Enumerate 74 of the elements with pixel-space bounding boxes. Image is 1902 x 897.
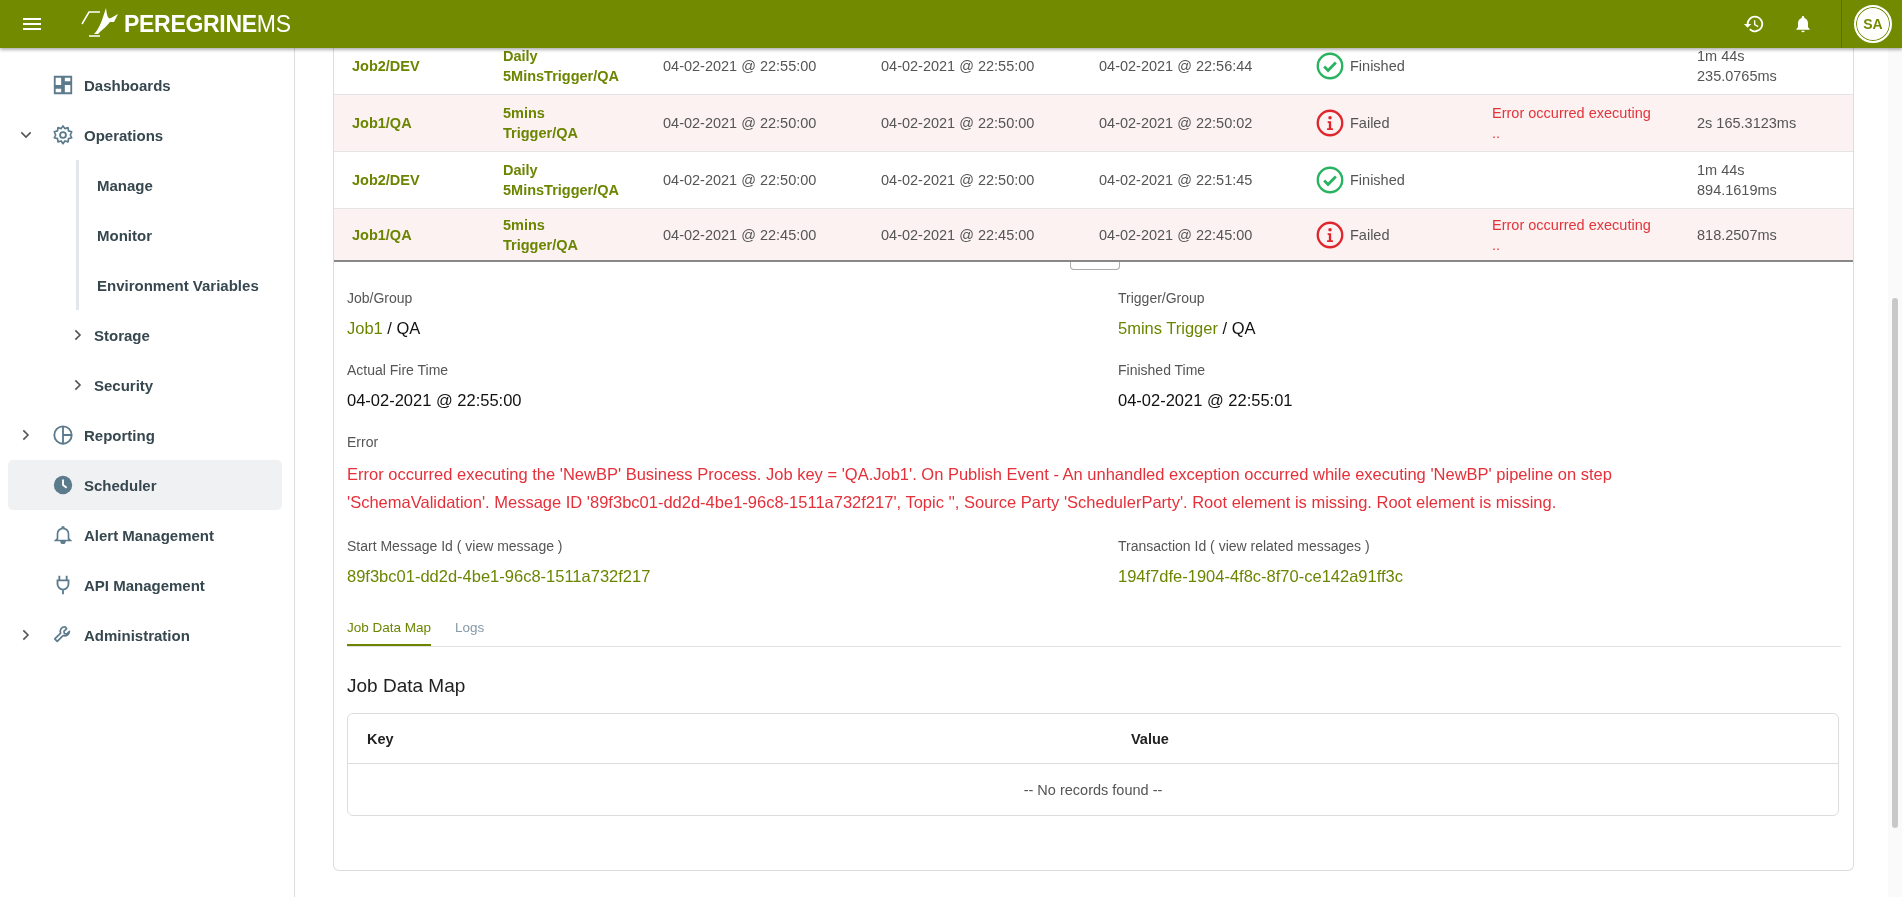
error-text: Error occurred executing .. bbox=[1492, 104, 1652, 143]
field-label: Error bbox=[347, 434, 379, 450]
nav-subitem[interactable]: Security bbox=[70, 360, 294, 410]
field-label: Start Message Id ( view message ) bbox=[347, 538, 563, 554]
table-cell-text: 04-02-2021 @ 22:45:00 bbox=[1099, 225, 1254, 245]
table-cell-text: 04-02-2021 @ 22:45:00 bbox=[663, 225, 818, 245]
table-cell-text: 1m 44s 235.0765ms bbox=[1697, 48, 1778, 86]
job-link[interactable]: Job2/DEV bbox=[352, 58, 420, 74]
id-link[interactable]: 89f3bc01-dd2d-4be1-96c8-1511a732f217 bbox=[347, 564, 651, 588]
table-cell-text: 04-02-2021 @ 22:50:00 bbox=[663, 171, 818, 190]
status-label: Finished bbox=[1350, 171, 1405, 190]
table-cell-text: 1m 44s 894.1619ms bbox=[1697, 161, 1778, 200]
error-text: Error occurred executing .. bbox=[1492, 215, 1652, 255]
nav-subitem[interactable]: Monitor bbox=[79, 210, 294, 260]
dashboard-icon bbox=[52, 74, 74, 96]
nav-subitem[interactable]: Manage bbox=[79, 160, 294, 210]
table-cell-text: 04-02-2021 @ 22:56:44 bbox=[1099, 57, 1254, 76]
table-cell-text: 04-02-2021 @ 22:50:00 bbox=[663, 114, 818, 133]
table-cell-text: 04-02-2021 @ 22:55:00 bbox=[881, 57, 1036, 76]
nav-item[interactable]: Reporting bbox=[8, 410, 282, 460]
id-link[interactable]: 194f7dfe-1904-4f8c-8f70-ce142a91ff3c bbox=[1118, 564, 1403, 588]
value-link[interactable]: 5mins Trigger bbox=[1118, 319, 1218, 337]
trigger-link[interactable]: 5mins Trigger/QA bbox=[503, 103, 615, 143]
user-avatar[interactable]: SA bbox=[1854, 5, 1892, 43]
tab[interactable]: Job Data Map bbox=[347, 618, 432, 646]
status-label: Failed bbox=[1350, 225, 1390, 245]
nav-item[interactable]: Administration bbox=[8, 610, 282, 660]
field-value: 04-02-2021 @ 22:55:00 bbox=[347, 390, 522, 411]
column-header: Value bbox=[1131, 730, 1170, 747]
field-label: Trigger/Group bbox=[1118, 290, 1205, 306]
table-row[interactable]: Job1/QA 5mins Trigger/QA 04-02-2021 @ 22:50:00 04-02-2021 @ 22:50:00 04-02-2021 @ 22:50:02 Failed Error occurred executing .. 2s 165.3123ms bbox=[334, 95, 1853, 152]
settings-icon bbox=[52, 124, 74, 146]
job-link[interactable]: Job2/DEV bbox=[352, 172, 420, 188]
trigger-link[interactable]: 5mins Trigger/QA bbox=[503, 214, 615, 255]
nav-item[interactable]: Dashboards bbox=[8, 60, 282, 110]
job-link[interactable]: Job1/QA bbox=[352, 226, 412, 243]
field-label: Finished Time bbox=[1118, 362, 1206, 378]
empty-message: -- No records found -- bbox=[1023, 781, 1163, 798]
table-cell-text: 04-02-2021 @ 22:50:02 bbox=[1099, 114, 1254, 133]
notification-bell-icon[interactable] bbox=[1793, 14, 1813, 34]
field-label: Actual Fire Time bbox=[347, 362, 449, 378]
job-link[interactable]: Job1/QA bbox=[352, 115, 412, 131]
field-label: Transaction Id ( view related messages ) bbox=[1118, 538, 1370, 554]
table-cell-text: 04-02-2021 @ 22:51:45 bbox=[1099, 171, 1254, 190]
nav-subitem[interactable]: Storage bbox=[70, 310, 294, 360]
table-cell-text: 818.2507ms bbox=[1697, 225, 1777, 245]
nav-item[interactable]: API Management bbox=[8, 560, 282, 610]
nav-item[interactable]: Scheduler bbox=[8, 460, 282, 510]
pie-chart-icon bbox=[52, 424, 74, 446]
clock-icon bbox=[52, 474, 74, 496]
nav-item[interactable]: Operations bbox=[8, 110, 282, 160]
resize-handle[interactable] bbox=[1069, 262, 1120, 270]
nav-item[interactable]: Alert Management bbox=[8, 510, 282, 560]
table-cell-text: 04-02-2021 @ 22:55:00 bbox=[663, 57, 818, 76]
status-label: Failed bbox=[1350, 114, 1390, 133]
table-cell-text: 2s 165.3123ms bbox=[1697, 114, 1797, 133]
field-value: 04-02-2021 @ 22:55:01 bbox=[1118, 390, 1293, 411]
column-header: Key bbox=[367, 730, 395, 747]
history-icon[interactable] bbox=[1743, 13, 1765, 35]
field-value: / QA bbox=[1221, 319, 1256, 337]
error-message: Error occurred executing the 'NewBP' Business Process. Job key = 'QA.Job1'. On Publish Event - An unhandled exception occurred while executing 'NewBP' pipeline on step 'SchemaValidation'. Message ID '89f3bc01-dd2d-4be1-96c8-1511a732f217', Topic '', Source Party 'SchedulerParty'. Root element is missing. Root element is missing. bbox=[347, 464, 1613, 513]
brand-name: PEREGRINEMS bbox=[124, 10, 291, 38]
scrollbar[interactable] bbox=[1888, 48, 1902, 897]
status-label: Finished bbox=[1350, 57, 1405, 76]
field-label: Job/Group bbox=[347, 290, 413, 306]
table-row[interactable]: Job1/QA 5mins Trigger/QA 04-02-2021 @ 22:45:00 04-02-2021 @ 22:45:00 04-02-2021 @ 22:45:00 Failed Error occurred executing .. 818.2507ms bbox=[334, 209, 1853, 262]
field-value: / QA bbox=[386, 319, 421, 337]
table-cell-text: 04-02-2021 @ 22:50:00 bbox=[881, 114, 1036, 133]
bell-icon bbox=[52, 524, 74, 546]
section-title: Job Data Map bbox=[347, 675, 467, 697]
value-link[interactable]: Job1 bbox=[347, 319, 383, 337]
nav-subitem[interactable]: Environment Variables bbox=[79, 260, 294, 310]
table-cell-text: 04-02-2021 @ 22:45:00 bbox=[881, 225, 1036, 245]
table-cell-text: 04-02-2021 @ 22:50:00 bbox=[881, 171, 1036, 190]
